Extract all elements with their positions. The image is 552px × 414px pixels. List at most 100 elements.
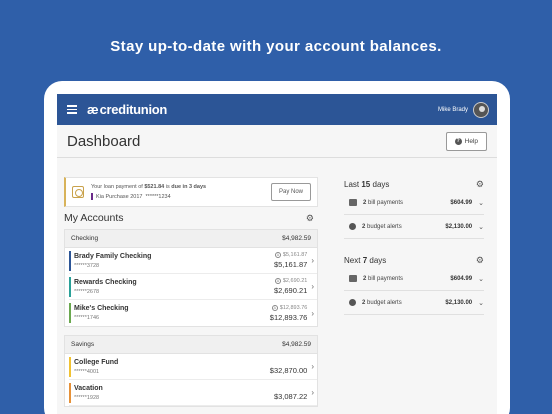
available-balance: $2,690.21 [282, 278, 308, 284]
account-row[interactable]: Mike's Checking ******1746 A $12,893.76 $… [69, 300, 317, 326]
pie-chart-icon [349, 223, 356, 230]
chevron-down-icon[interactable]: ⌄ [478, 223, 484, 231]
bill-payments-row[interactable]: 2 bill payments $604.99 ⌄ [344, 267, 484, 291]
gear-icon[interactable]: ⚙ [306, 213, 314, 224]
bills-count: 2 [363, 275, 367, 282]
page-header: Dashboard ? Help [57, 125, 497, 158]
next-days-panel: Next 7 days ⚙ 2 bill payments $604.99 ⌄ … [344, 253, 484, 315]
help-label: Help [464, 137, 478, 145]
panel-days: 7 [362, 255, 368, 265]
chevron-right-icon: › [311, 256, 314, 265]
account-row[interactable]: Brady Family Checking ******3728 A $5,161… [69, 248, 317, 274]
loan-text-prefix: Your loan payment of [91, 184, 143, 190]
panel-prefix: Next [344, 255, 361, 265]
gear-icon[interactable]: ⚙ [476, 179, 484, 190]
budget-amount: $2,130.00 [445, 223, 473, 230]
calendar-money-icon [72, 186, 84, 198]
chevron-right-icon: › [311, 362, 314, 371]
group-total: $4,982.59 [282, 235, 311, 242]
loan-reminder-card: Your loan payment of $521.84 is due in 3… [64, 177, 318, 207]
account-row[interactable]: College Fund ******4001 $32,870.00 › [69, 354, 317, 380]
account-color-bar [69, 276, 71, 297]
available-balance: $12,893.76 [279, 304, 308, 311]
bill-icon [349, 199, 357, 206]
account-color-bar [69, 356, 71, 377]
user-name: Mike Brady [437, 106, 468, 113]
loan-due-text: due in 3 days [171, 184, 207, 190]
available-balance-icon: A [274, 278, 281, 284]
last-days-panel: Last 15 days ⚙ 2 bill payments $604.99 ⌄… [344, 177, 484, 239]
bill-payments-row[interactable]: 2 bill payments $604.99 ⌄ [344, 191, 484, 215]
loan-purchase-name: Kia Purchase 2017 [96, 193, 143, 200]
account-balance: $32,870.00 [269, 366, 308, 375]
chevron-right-icon: › [311, 308, 314, 318]
promo-tagline: Stay up-to-date with your account balanc… [110, 38, 442, 55]
pay-now-button[interactable]: Pay Now [270, 183, 311, 201]
loan-amount: $521.84 [144, 184, 165, 190]
chevron-right-icon: › [311, 388, 314, 397]
account-name: Brady Family Checking [74, 252, 152, 260]
avatar[interactable] [473, 101, 489, 118]
budget-label: budget alerts [367, 299, 402, 306]
account-number: ******4001 [74, 368, 100, 375]
hamburger-menu-icon[interactable] [67, 105, 77, 114]
available-balance-icon: A [274, 252, 281, 258]
help-icon: ? [454, 137, 462, 145]
loan-color-swatch [91, 193, 93, 200]
group-total: $4,982.59 [282, 341, 311, 348]
account-number: ******3728 [74, 262, 100, 269]
account-balance: $5,161.87 [273, 260, 308, 269]
panel-prefix: Last [344, 179, 360, 189]
account-color-bar [69, 382, 71, 403]
checking-group: Checking $4,982.59 Brady Family Checking… [64, 229, 318, 327]
available-balance-icon: A [271, 304, 278, 311]
account-number: ******1928 [74, 394, 100, 401]
upcoming-column: Last 15 days ⚙ 2 bill payments $604.99 ⌄… [344, 177, 484, 315]
loan-reminder-text: Your loan payment of $521.84 is due in 3… [91, 184, 206, 200]
account-balance: $3,087.22 [273, 392, 308, 401]
accounts-column: Your loan payment of $521.84 is due in 3… [64, 177, 318, 407]
panel-suffix: days [369, 255, 387, 265]
gear-icon[interactable]: ⚙ [476, 255, 484, 266]
chevron-down-icon[interactable]: ⌄ [478, 199, 484, 207]
account-number: ******1746 [74, 315, 100, 321]
panel-header: Next 7 days ⚙ [344, 253, 484, 267]
loan-account-number: ******1234 [145, 193, 171, 200]
savings-group-header: Savings $4,982.59 [65, 336, 317, 354]
chevron-right-icon: › [311, 282, 314, 291]
account-number: ******2678 [74, 288, 100, 295]
budget-alerts-row[interactable]: 2 budget alerts $2,130.00 ⌄ [344, 291, 484, 315]
chevron-down-icon[interactable]: ⌄ [478, 275, 484, 283]
credit-union-logo[interactable]: æ creditunion [87, 102, 167, 117]
group-label: Savings [71, 341, 95, 348]
bills-label: bill payments [368, 199, 404, 206]
account-row[interactable]: Vacation ******1928 $3,087.22 › [69, 380, 317, 406]
checking-group-header: Checking $4,982.59 [65, 230, 317, 248]
bills-amount: $604.99 [450, 275, 473, 282]
help-button[interactable]: ? Help [445, 131, 487, 151]
bills-count: 2 [363, 199, 367, 206]
user-menu[interactable]: Mike Brady [437, 101, 489, 118]
page-title: Dashboard [67, 132, 141, 150]
budget-label: budget alerts [367, 223, 402, 230]
chevron-down-icon[interactable]: ⌄ [478, 299, 484, 307]
account-color-bar [69, 250, 71, 271]
my-accounts-title: My Accounts [64, 212, 124, 224]
bill-icon [349, 275, 357, 282]
account-name: Rewards Checking [74, 278, 137, 286]
account-name: College Fund [74, 358, 119, 366]
logo-text: creditunion [99, 102, 168, 117]
budget-count: 2 [362, 299, 366, 306]
account-name: Mike's Checking [74, 305, 129, 312]
budget-alerts-row[interactable]: 2 budget alerts $2,130.00 ⌄ [344, 215, 484, 239]
my-accounts-header: My Accounts ⚙ [64, 207, 318, 229]
account-name: Vacation [74, 384, 103, 392]
top-navigation-bar: æ creditunion Mike Brady [57, 94, 497, 125]
account-balance: $2,690.21 [273, 286, 308, 295]
app-screen: æ creditunion Mike Brady Dashboard ? Hel… [57, 94, 497, 414]
loan-text-mid: is [165, 184, 170, 190]
account-row[interactable]: Rewards Checking ******2678 A $2,690.21 $… [69, 274, 317, 300]
panel-suffix: days [372, 179, 390, 189]
account-color-bar [69, 303, 71, 323]
panel-days: 15 [361, 179, 371, 189]
